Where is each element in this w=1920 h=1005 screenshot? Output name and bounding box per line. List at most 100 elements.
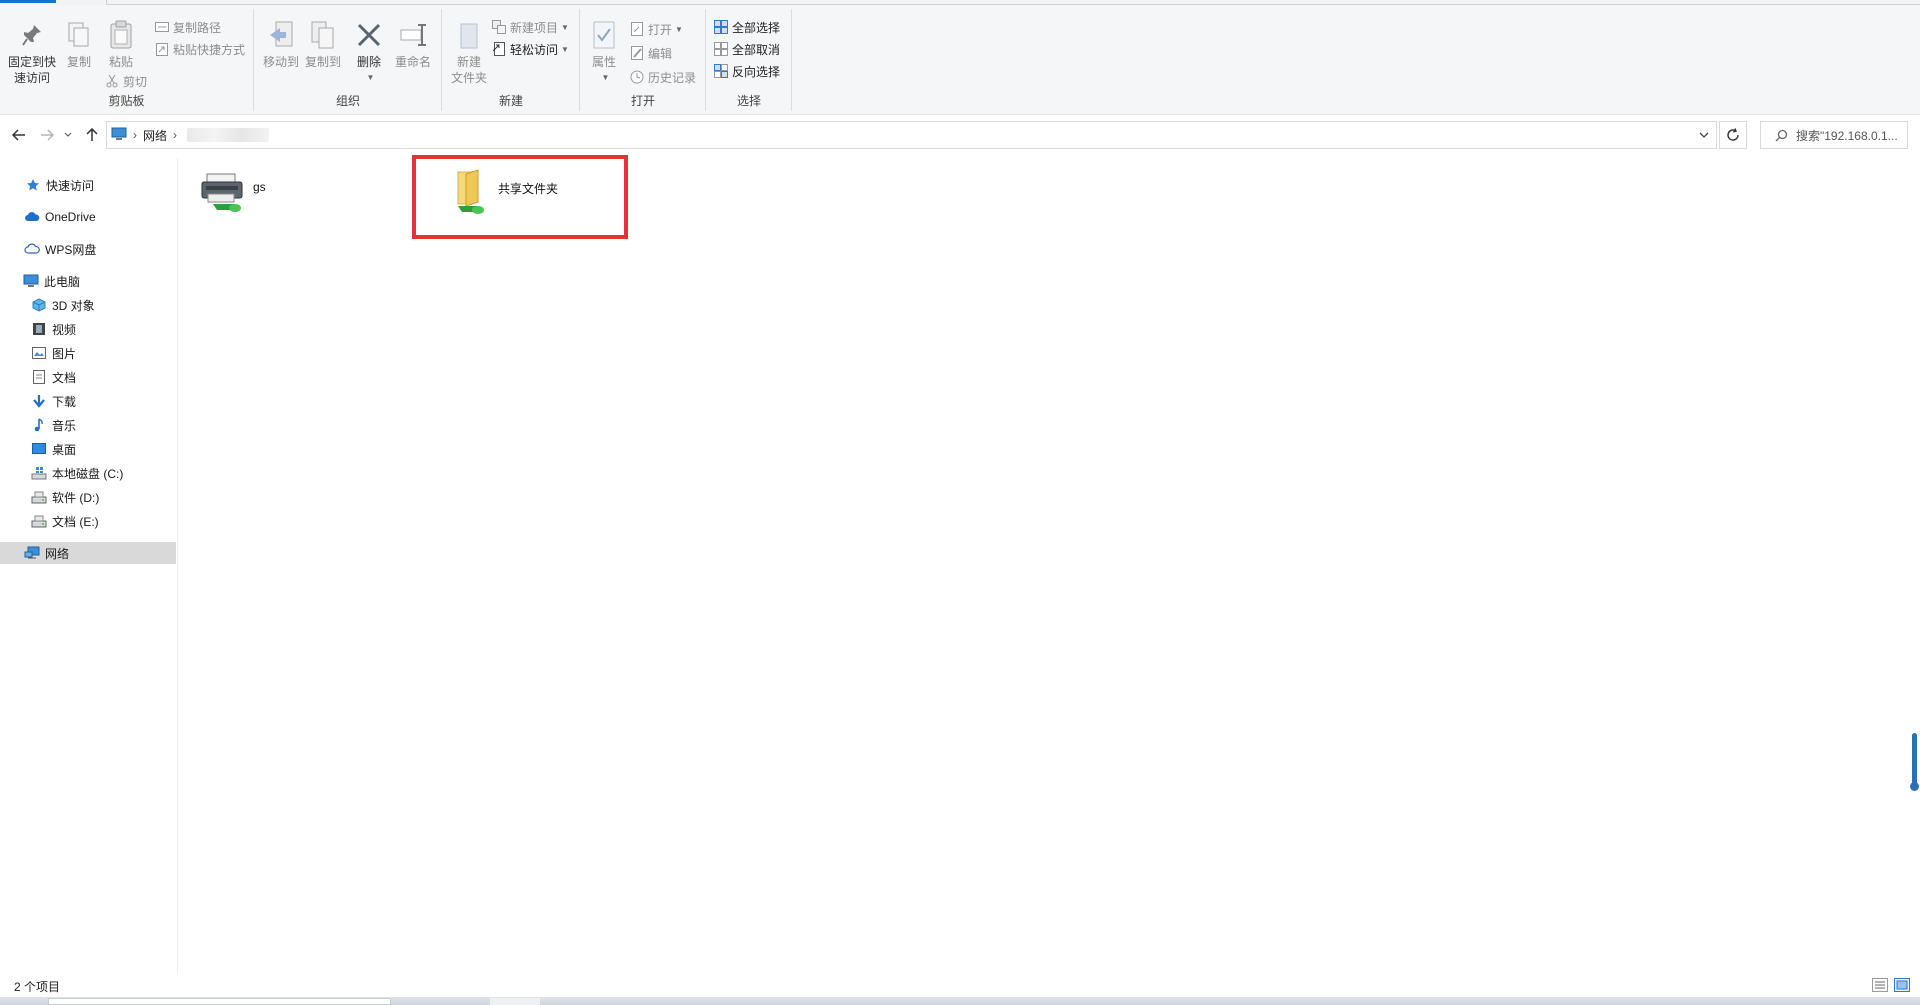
new-item-label: 新建项目 (510, 20, 559, 35)
move-to-button[interactable]: 移动到 (261, 19, 301, 70)
sidebar-item-3d-objects[interactable]: 3D 对象 (0, 294, 176, 316)
history-label: 历史记录 (648, 70, 697, 85)
sidebar-item-wps-drive[interactable]: WPS网盘 (0, 238, 176, 260)
star-icon (25, 177, 41, 193)
sidebar-item-label: 3D 对象 (52, 298, 95, 313)
computer-icon (111, 127, 127, 144)
details-view-button[interactable] (1872, 978, 1888, 992)
cloud-icon (24, 209, 40, 225)
new-item-icon (491, 19, 507, 35)
navigation-pane: 快速访问 OneDrive WPS网盘 此电脑 3D 对象 视频 图片 文档 下… (0, 158, 178, 975)
large-icons-view-icon (1896, 980, 1908, 990)
sidebar-item-desktop[interactable]: 桌面 (0, 438, 176, 460)
history-button[interactable]: 历史记录 (629, 67, 696, 87)
sidebar-item-label: 快速访问 (46, 178, 95, 193)
open-icon (629, 21, 645, 37)
copy-button[interactable]: 复制 (62, 19, 96, 70)
search-input[interactable]: 搜索"192.168.0.1... (1760, 121, 1908, 149)
delete-label: 删除 (356, 55, 381, 69)
refresh-icon (1727, 128, 1739, 141)
new-folder-label-line2: 文件夹 (450, 71, 487, 85)
edit-label: 编辑 (648, 46, 673, 61)
document-icon (31, 369, 47, 385)
copy-to-label: 复制到 (304, 55, 341, 69)
delete-x-icon (354, 19, 384, 51)
forward-button[interactable] (37, 125, 57, 145)
easy-access-dropdown-icon: ▼ (561, 44, 569, 54)
new-folder-label-line1: 新建 (456, 55, 481, 69)
cut-button[interactable]: 剪切 (104, 71, 147, 91)
select-none-button[interactable]: 全部取消 (713, 39, 780, 59)
copy-path-button[interactable]: 复制路径 (154, 17, 221, 37)
download-arrow-icon (31, 393, 47, 409)
select-all-icon (713, 19, 729, 35)
sidebar-item-quick-access[interactable]: 快速访问 (0, 174, 176, 196)
address-history-dropdown[interactable] (1696, 127, 1712, 143)
open-button[interactable]: 打开 ▼ (629, 19, 683, 39)
breadcrumb-separator-icon[interactable]: › (133, 128, 137, 142)
back-button[interactable] (9, 125, 29, 145)
item-label: gs (253, 180, 266, 194)
invert-selection-icon (713, 63, 729, 79)
cut-label: 剪切 (123, 74, 148, 89)
sidebar-item-drive-c[interactable]: 本地磁盘 (C:) (0, 462, 176, 484)
sidebar-item-network[interactable]: 网络 (0, 542, 176, 564)
select-all-button[interactable]: 全部选择 (713, 17, 780, 37)
select-none-icon (713, 41, 729, 57)
properties-check-icon (589, 19, 619, 51)
select-none-label: 全部取消 (732, 42, 781, 57)
sidebar-item-music[interactable]: 音乐 (0, 414, 176, 436)
properties-button[interactable]: 属性 ▼ (587, 19, 621, 86)
breadcrumb-separator-icon[interactable]: › (173, 128, 177, 142)
edit-button[interactable]: 编辑 (629, 43, 672, 63)
search-icon (1775, 129, 1788, 141)
paste-button[interactable]: 粘贴 (104, 19, 138, 70)
up-button[interactable] (82, 125, 102, 145)
music-note-icon (31, 417, 47, 433)
new-folder-button[interactable]: 新建 文件夹 (447, 19, 491, 86)
open-label: 打开 (648, 22, 673, 37)
select-group: 全部选择 全部取消 反向选择 选择 (707, 9, 792, 111)
sidebar-item-this-pc[interactable]: 此电脑 (0, 270, 176, 292)
address-bar[interactable]: › 网络 › (106, 121, 1717, 149)
scroll-indicator[interactable] (1910, 733, 1919, 791)
sidebar-item-onedrive[interactable]: OneDrive (0, 206, 176, 228)
copy-to-button[interactable]: 复制到 (303, 19, 343, 70)
new-item-button[interactable]: 新建项目 ▼ (491, 17, 569, 37)
printer-icon (201, 173, 243, 212)
sidebar-item-label: 下载 (52, 394, 77, 409)
paste-shortcut-icon (154, 41, 170, 57)
new-item-dropdown-icon: ▼ (561, 22, 569, 32)
sidebar-item-documents[interactable]: 文档 (0, 366, 176, 388)
move-to-label: 移动到 (262, 55, 299, 69)
sidebar-item-drive-d[interactable]: 软件 (D:) (0, 486, 176, 508)
breadcrumb-host-redacted[interactable] (187, 128, 270, 142)
delete-button[interactable]: 删除 ▼ (353, 19, 385, 86)
easy-access-icon (491, 41, 507, 57)
sidebar-item-pictures[interactable]: 图片 (0, 342, 176, 364)
active-tab-indicator[interactable] (0, 0, 56, 3)
easy-access-button[interactable]: 轻松访问 ▼ (491, 39, 569, 59)
network-item-printer[interactable]: gs (199, 168, 266, 216)
clipboard-group-label: 剪贴板 (108, 94, 145, 108)
sidebar-item-downloads[interactable]: 下载 (0, 390, 176, 412)
sidebar-item-drive-e[interactable]: 文档 (E:) (0, 510, 176, 532)
rename-button[interactable]: 重命名 (391, 19, 435, 70)
chevron-down-icon (1699, 132, 1709, 138)
invert-selection-button[interactable]: 反向选择 (713, 61, 780, 81)
taskbar-app-button[interactable] (490, 998, 540, 1005)
sidebar-item-videos[interactable]: 视频 (0, 318, 176, 340)
properties-dropdown-icon: ▼ (601, 73, 610, 82)
refresh-button[interactable] (1719, 121, 1747, 149)
rename-label: 重命名 (394, 55, 431, 69)
pin-icon (17, 19, 47, 51)
recent-locations-button[interactable] (62, 125, 74, 145)
paste-shortcut-button[interactable]: 粘贴快捷方式 (154, 39, 245, 59)
open-dropdown-icon: ▼ (675, 24, 683, 34)
taskbar-search-box[interactable] (48, 998, 391, 1005)
breadcrumb-network[interactable]: 网络 (143, 127, 167, 144)
pin-to-quick-access-button[interactable]: 固定到快 速访问 (4, 19, 60, 86)
delete-dropdown-icon[interactable]: ▼ (367, 70, 375, 86)
large-icons-view-button[interactable] (1894, 978, 1910, 992)
highlight-annotation-box (412, 155, 628, 239)
